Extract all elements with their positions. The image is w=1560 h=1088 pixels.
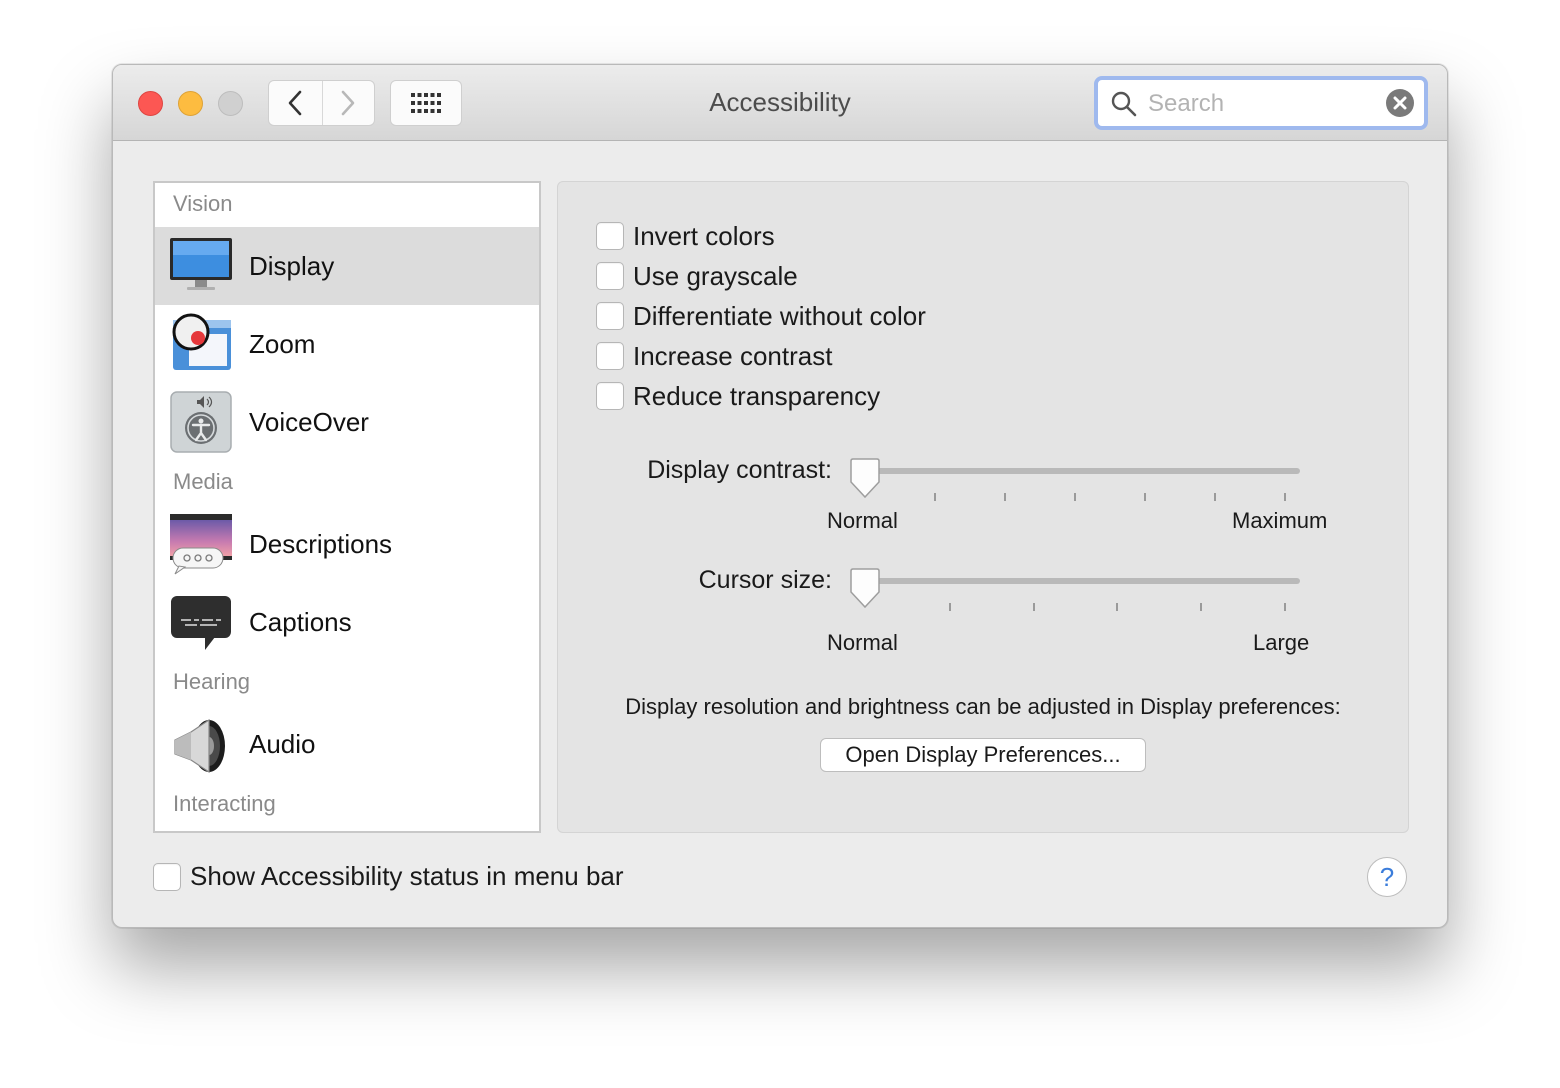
contrast-slider-thumb[interactable] bbox=[848, 458, 882, 500]
slider-tick bbox=[1074, 493, 1076, 501]
cursor-size-label: Cursor size: bbox=[698, 566, 832, 594]
zoom-icon bbox=[172, 313, 231, 370]
checkbox-label: Use grayscale bbox=[633, 260, 798, 291]
sidebar-item-captions[interactable]: Captions bbox=[155, 583, 539, 661]
checkbox-label: Reduce transparency bbox=[633, 380, 881, 411]
sidebar-item-label: Descriptions bbox=[249, 528, 393, 559]
help-button[interactable]: ? bbox=[1367, 857, 1407, 897]
slider-tick bbox=[1144, 493, 1146, 501]
show-status-checkbox[interactable] bbox=[153, 862, 181, 891]
cursor-track[interactable] bbox=[854, 578, 1300, 584]
slider-tick bbox=[1284, 603, 1286, 611]
checkbox-label: Show Accessibility status in menu bar bbox=[190, 861, 624, 891]
sidebar-item-label: Zoom bbox=[249, 328, 316, 359]
search-field[interactable]: Search bbox=[1094, 76, 1428, 130]
audio-icon bbox=[174, 718, 225, 774]
display-icon bbox=[170, 238, 232, 290]
slider-tick bbox=[949, 603, 951, 611]
sidebar-item-zoom[interactable]: Zoom bbox=[155, 305, 539, 383]
sidebar-item-voiceover[interactable]: VoiceOver bbox=[155, 383, 539, 461]
section-vision: Vision bbox=[173, 191, 233, 216]
contrast-min-label: Normal bbox=[827, 508, 898, 533]
differentiate-checkbox[interactable] bbox=[596, 302, 624, 330]
section-hearing: Hearing bbox=[173, 669, 251, 694]
sidebar-item-descriptions[interactable]: Descriptions bbox=[155, 505, 539, 583]
titlebar: Accessibility Search bbox=[113, 65, 1447, 141]
reduce-transparency-row[interactable]: Reduce transparency bbox=[596, 380, 880, 412]
cursor-min-label: Normal bbox=[827, 630, 898, 655]
contrast-track[interactable] bbox=[854, 468, 1300, 474]
reduce-transparency-checkbox[interactable] bbox=[596, 382, 624, 410]
section-interacting: Interacting bbox=[173, 791, 276, 816]
increase-contrast-checkbox[interactable] bbox=[596, 342, 624, 370]
cursor-max-label: Large bbox=[1253, 630, 1310, 655]
close-icon bbox=[1393, 96, 1407, 110]
sidebar-item-label: VoiceOver bbox=[249, 406, 369, 437]
sidebar-item-label: Audio bbox=[249, 728, 316, 759]
slider-tick bbox=[1033, 603, 1035, 611]
descriptions-icon bbox=[170, 514, 232, 575]
invert-colors-row[interactable]: Invert colors bbox=[596, 220, 775, 252]
category-sidebar[interactable]: Vision Display Zoom VoiceOver Media Desc… bbox=[153, 181, 541, 833]
use-grayscale-checkbox[interactable] bbox=[596, 262, 624, 290]
sidebar-item-label: Display bbox=[249, 250, 335, 281]
slider-tick bbox=[1214, 493, 1216, 501]
display-settings-panel: Invert colors Use grayscale Differentiat… bbox=[557, 181, 1409, 833]
slider-tick bbox=[934, 493, 936, 501]
search-input[interactable]: Search bbox=[1148, 90, 1224, 118]
sidebar-item-label: Captions bbox=[249, 606, 352, 637]
checkbox-label: Increase contrast bbox=[633, 340, 833, 371]
slider-tick bbox=[1284, 493, 1286, 501]
preferences-window: Accessibility Search Vision Display Zoom… bbox=[112, 64, 1448, 928]
checkbox-label: Invert colors bbox=[633, 220, 775, 251]
invert-colors-checkbox[interactable] bbox=[596, 222, 624, 250]
voiceover-icon bbox=[170, 391, 232, 453]
open-display-preferences-button[interactable]: Open Display Preferences... bbox=[820, 738, 1146, 772]
sidebar-item-audio[interactable]: Audio bbox=[155, 705, 539, 783]
display-prefs-note: Display resolution and brightness can be… bbox=[625, 694, 1341, 719]
increase-contrast-row[interactable]: Increase contrast bbox=[596, 340, 832, 372]
slider-tick bbox=[1004, 493, 1006, 501]
captions-icon bbox=[171, 596, 231, 650]
cursor-slider-thumb[interactable] bbox=[848, 568, 882, 610]
sidebar-item-display[interactable]: Display bbox=[155, 227, 539, 305]
contrast-label: Display contrast: bbox=[647, 456, 832, 484]
section-media: Media bbox=[173, 469, 233, 494]
contrast-max-label: Maximum bbox=[1232, 508, 1328, 533]
differentiate-row[interactable]: Differentiate without color bbox=[596, 300, 926, 332]
use-grayscale-row[interactable]: Use grayscale bbox=[596, 260, 798, 292]
status-menu-row[interactable]: Show Accessibility status in menu bar bbox=[153, 861, 624, 892]
slider-tick bbox=[1116, 603, 1118, 611]
checkbox-label: Differentiate without color bbox=[633, 300, 926, 331]
clear-search-button[interactable] bbox=[1386, 89, 1414, 117]
slider-tick bbox=[1200, 603, 1202, 611]
search-icon bbox=[1111, 91, 1137, 117]
